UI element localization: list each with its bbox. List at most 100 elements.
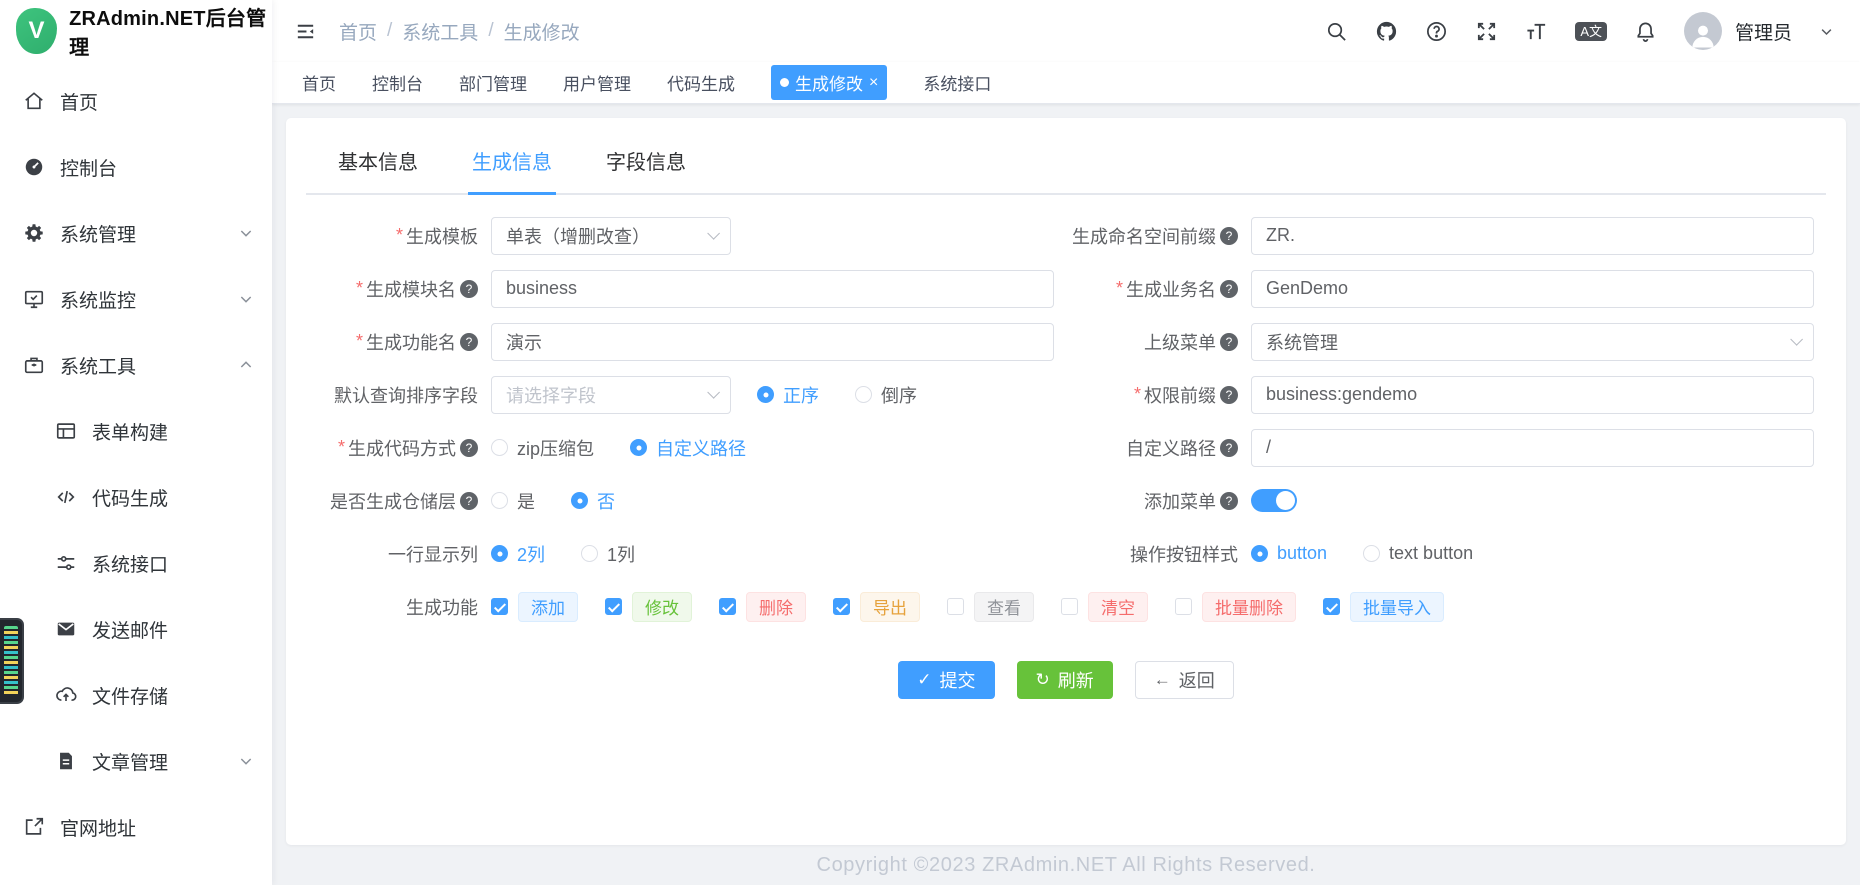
function-name-input[interactable]: 演示	[491, 322, 1054, 361]
checkbox-batch-delete[interactable]: 批量删除	[1175, 591, 1296, 622]
radio-sort-desc[interactable]: 倒序	[855, 382, 917, 408]
dashboard-icon	[22, 155, 46, 179]
breadcrumb-system-tools[interactable]: 系统工具	[402, 18, 478, 45]
home-icon	[22, 89, 46, 113]
tags-view: 首页 控制台 部门管理 用户管理 代码生成 生成修改 × 系统接口	[272, 62, 1860, 104]
help-icon[interactable]: ?	[460, 491, 478, 510]
radio-repo-no[interactable]: 否	[571, 488, 615, 514]
help-icon[interactable]: ?	[1220, 332, 1238, 351]
sidebar-item-system-api[interactable]: 系统接口	[0, 530, 272, 596]
help-icon[interactable]	[1425, 20, 1448, 43]
sidebar-item-system-monitor[interactable]: 系统监控	[0, 266, 272, 332]
username[interactable]: 管理员	[1735, 18, 1792, 45]
gen-template-select[interactable]: 单表（增删改查）	[491, 216, 731, 255]
perm-prefix-input[interactable]: business:gendemo	[1251, 375, 1814, 414]
radio-custom-path[interactable]: 自定义路径	[630, 435, 746, 461]
github-icon[interactable]	[1375, 20, 1398, 43]
language-icon[interactable]: A文	[1575, 21, 1607, 41]
form-row-columns: 一行显示列 2列 1列	[306, 527, 1066, 580]
checkbox-clear[interactable]: 清空	[1061, 591, 1148, 622]
help-icon[interactable]: ?	[1220, 279, 1238, 298]
module-name-input[interactable]: business	[491, 269, 1054, 308]
tab-field-info[interactable]: 字段信息	[602, 140, 690, 193]
checkbox-delete[interactable]: 删除	[719, 591, 806, 622]
add-menu-toggle[interactable]	[1251, 489, 1297, 512]
help-icon[interactable]: ?	[460, 279, 478, 298]
tag-dashboard[interactable]: 控制台	[372, 70, 423, 95]
sidebar-item-system-admin[interactable]: 系统管理	[0, 200, 272, 266]
sidebar-item-label: 官网地址	[60, 818, 137, 840]
help-icon[interactable]: ?	[1220, 491, 1238, 510]
tab-gen-info[interactable]: 生成信息	[468, 140, 556, 195]
sidebar-item-form-builder[interactable]: 表单构建	[0, 398, 272, 464]
field-label: * 生成模板	[395, 225, 478, 247]
sort-field-select[interactable]: 请选择字段	[491, 375, 731, 414]
help-icon[interactable]: ?	[460, 438, 478, 457]
logo-row[interactable]: V ZRAdmin.NET后台管理	[0, 0, 272, 62]
checkbox-batch-import[interactable]: 批量导入	[1323, 591, 1444, 622]
breadcrumb: 首页 / 系统工具 / 生成修改	[339, 18, 580, 45]
radio-repo-yes[interactable]: 是	[491, 488, 535, 514]
search-icon[interactable]	[1325, 20, 1348, 43]
namespace-prefix-input[interactable]: ZR.	[1251, 216, 1814, 255]
tag-dept-admin[interactable]: 部门管理	[459, 70, 527, 95]
help-icon[interactable]: ?	[1220, 226, 1238, 245]
sidebar-item-system-tools[interactable]: 系统工具	[0, 332, 272, 398]
browser-extension-widget[interactable]	[0, 618, 24, 704]
form-row-btn-style: 操作按钮样式 button text button	[1066, 527, 1826, 580]
sidebar-item-official-site[interactable]: 官网地址	[0, 794, 272, 860]
checkbox-add[interactable]: 添加	[491, 591, 578, 622]
submit-button[interactable]: ✓ 提交	[898, 661, 995, 699]
avatar[interactable]	[1683, 12, 1722, 50]
checkbox-view[interactable]: 查看	[947, 591, 1034, 622]
checkbox-edit[interactable]: 修改	[605, 591, 692, 622]
chevron-down-icon[interactable]	[1819, 24, 1834, 39]
help-icon[interactable]: ?	[1220, 438, 1238, 457]
gen-edit-card: 基本信息 生成信息 字段信息 * 生成模板 单表（增删改查） 生成命名空间前缀 …	[286, 118, 1846, 845]
radio-icon	[630, 439, 648, 456]
radio-one-column[interactable]: 1列	[581, 541, 635, 567]
radio-sort-asc[interactable]: 正序	[757, 382, 819, 408]
field-label: * 生成业务名 ?	[1066, 276, 1251, 302]
radio-btn-style-button[interactable]: button	[1251, 543, 1327, 564]
navbar-actions: A文 管理员	[1325, 12, 1834, 50]
tab-basic-info[interactable]: 基本信息	[334, 140, 422, 193]
required-mark: *	[395, 225, 403, 245]
sidebar-item-file-storage[interactable]: 文件存储	[0, 662, 272, 728]
refresh-button[interactable]: ↻ 刷新	[1016, 661, 1113, 699]
custom-path-input[interactable]: /	[1251, 428, 1814, 467]
help-icon[interactable]: ?	[460, 332, 478, 351]
font-size-icon[interactable]	[1525, 20, 1548, 43]
sidebar-item-code-gen[interactable]: 代码生成	[0, 464, 272, 530]
radio-btn-style-text[interactable]: text button	[1363, 543, 1473, 564]
active-dot-icon	[780, 78, 789, 87]
field-label: 生成功能	[406, 597, 478, 618]
sidebar-item-dashboard[interactable]: 控制台	[0, 134, 272, 200]
sidebar-item-label: 首页	[60, 92, 99, 114]
parent-menu-select[interactable]: 系统管理	[1251, 322, 1814, 361]
sidebar-item-label: 文章管理	[92, 752, 169, 774]
fullscreen-icon[interactable]	[1475, 20, 1498, 43]
sidebar-collapse-icon[interactable]	[294, 20, 317, 43]
tag-gen-edit-active[interactable]: 生成修改 ×	[771, 65, 888, 100]
help-icon[interactable]: ?	[1220, 385, 1238, 404]
radio-two-columns[interactable]: 2列	[491, 541, 545, 567]
checkbox-export[interactable]: 导出	[833, 591, 920, 622]
radio-icon	[757, 386, 774, 403]
close-icon[interactable]: ×	[869, 74, 878, 91]
tag-system-api[interactable]: 系统接口	[923, 70, 991, 95]
breadcrumb-home[interactable]: 首页	[339, 18, 377, 45]
sidebar-item-send-mail[interactable]: 发送邮件	[0, 596, 272, 662]
business-name-input[interactable]: GenDemo	[1251, 269, 1814, 308]
radio-zip[interactable]: zip压缩包	[491, 435, 594, 461]
bell-icon[interactable]	[1634, 20, 1657, 43]
checkbox-icon	[1061, 598, 1078, 615]
sidebar-item-article-admin[interactable]: 文章管理	[0, 728, 272, 794]
tag-code-gen[interactable]: 代码生成	[667, 70, 735, 95]
sidebar-item-home[interactable]: 首页	[0, 68, 272, 134]
tag-user-admin[interactable]: 用户管理	[563, 70, 631, 95]
back-button[interactable]: ← 返回	[1134, 661, 1234, 699]
tag-home[interactable]: 首页	[302, 70, 336, 95]
form-row-business-name: * 生成业务名 ? GenDemo	[1066, 262, 1826, 315]
form-row-custom-path: 自定义路径 ? /	[1066, 421, 1826, 474]
